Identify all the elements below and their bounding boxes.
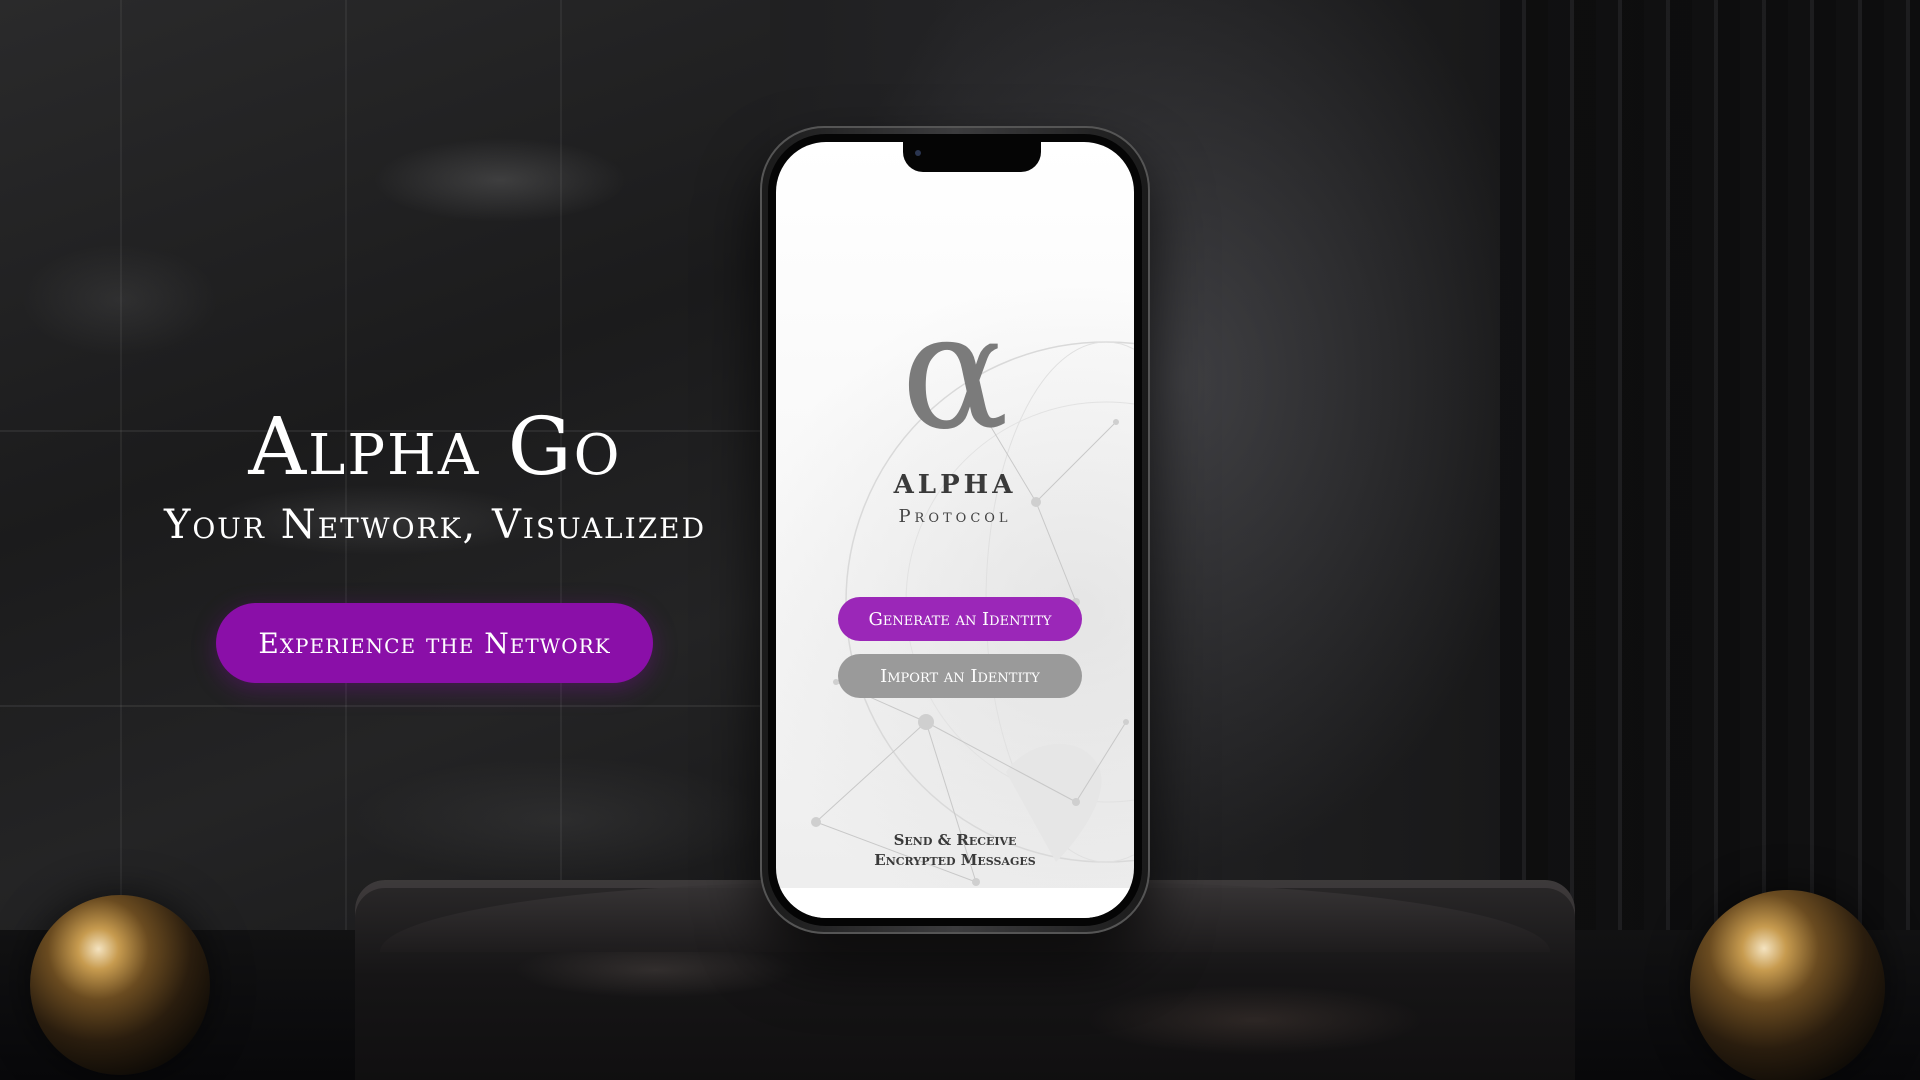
gold-sphere-left (30, 895, 210, 1075)
marketing-scene: Alpha Go Your Network, Visualized Experi… (0, 0, 1920, 1080)
hero-title: Alpha Go (248, 400, 622, 493)
screen-bottom-area (776, 888, 1134, 918)
phone-screen: α ALPHA Protocol Generate an Identity Im… (776, 142, 1134, 918)
tagline-line: Encrypted Messages (874, 851, 1036, 869)
gold-sphere-right (1690, 890, 1885, 1080)
import-identity-button[interactable]: Import an Identity (838, 654, 1082, 698)
tagline: Send & Receive Encrypted Messages (776, 830, 1134, 870)
alpha-logo-icon: α (900, 278, 1010, 465)
experience-network-button[interactable]: Experience the Network (216, 603, 653, 683)
tagline-line: Send & Receive (893, 831, 1017, 849)
camera-icon (915, 150, 921, 156)
brand-name: ALPHA (893, 470, 1017, 500)
brand-subtitle: Protocol (898, 506, 1012, 527)
hero-subtitle: Your Network, Visualized (163, 502, 707, 548)
tile-seam (0, 705, 770, 707)
generate-identity-button[interactable]: Generate an Identity (838, 597, 1082, 641)
phone-notch (903, 142, 1041, 172)
phone-mockup: α ALPHA Protocol Generate an Identity Im… (760, 126, 1150, 934)
